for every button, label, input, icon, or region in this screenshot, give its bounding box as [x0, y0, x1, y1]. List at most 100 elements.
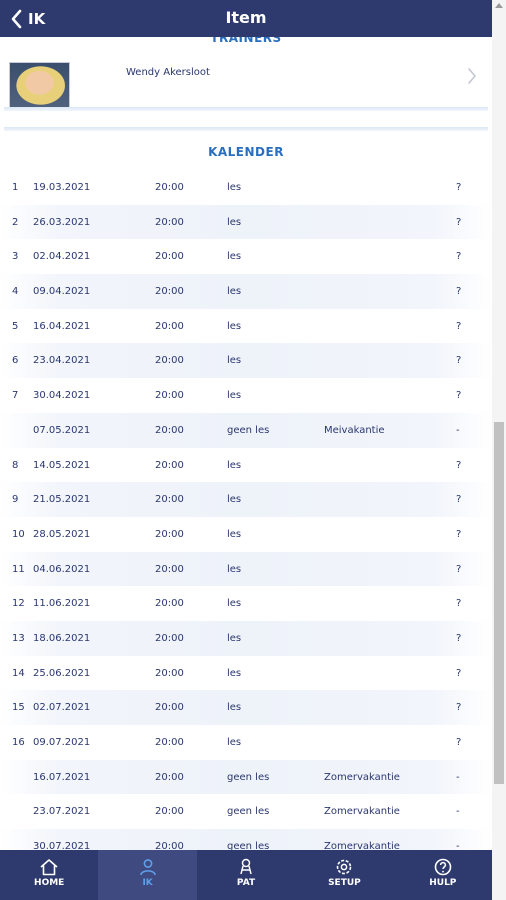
table-row[interactable]: 14 25.06.2021 20:00 les? — [0, 656, 492, 691]
row-date: 23.04.2021 — [33, 355, 91, 367]
scroll-up-arrow[interactable] — [495, 3, 503, 8]
row-number: 8 — [12, 459, 19, 471]
bottom-nav: HOME IK PAT SETUP HULP — [0, 850, 492, 900]
main-content[interactable]: TRAINERS Wendy Akersloot KALENDER 1 19.03… — [0, 37, 492, 850]
row-number: 11 — [12, 563, 25, 575]
row-time: 20:00 — [155, 841, 184, 850]
row-date: 18.06.2021 — [33, 632, 91, 644]
nav-setup[interactable]: SETUP — [295, 850, 393, 900]
nav-home[interactable]: HOME — [0, 850, 98, 900]
row-time: 20:00 — [155, 251, 184, 263]
row-number: 12 — [12, 598, 25, 610]
row-type: geen les — [227, 771, 270, 783]
table-row[interactable]: 4 09.04.2021 20:00 les? — [0, 274, 492, 309]
row-status[interactable]: ? — [456, 321, 461, 332]
row-status[interactable]: ? — [456, 633, 461, 644]
table-row[interactable]: 30.07.2021 20:00 geen les Zomervakantie - — [0, 829, 492, 850]
row-status[interactable]: ? — [456, 702, 461, 713]
row-type: les — [227, 459, 242, 471]
table-row[interactable]: 2 26.03.2021 20:00 les? — [0, 204, 492, 240]
row-time: 20:00 — [155, 390, 184, 402]
row-type: les — [227, 251, 242, 263]
row-number: 2 — [12, 216, 19, 228]
page-title: Item — [225, 8, 267, 27]
trainers-heading: TRAINERS — [210, 37, 282, 45]
trainer-item[interactable]: Wendy Akersloot — [0, 59, 492, 123]
row-status[interactable]: ? — [456, 668, 461, 679]
table-row[interactable]: 10 28.05.2021 20:00 les? — [0, 517, 492, 552]
row-status[interactable]: ? — [456, 598, 461, 609]
divider — [4, 127, 488, 131]
row-status[interactable]: - — [456, 841, 460, 850]
row-number: 14 — [12, 667, 25, 679]
row-time: 20:00 — [155, 528, 184, 540]
nav-label: IK — [142, 878, 153, 888]
table-row[interactable]: 23.07.2021 20:00 geen les Zomervakantie - — [0, 794, 492, 829]
row-status[interactable]: - — [456, 806, 460, 817]
divider — [4, 107, 488, 111]
row-status[interactable]: ? — [456, 564, 461, 575]
row-time: 20:00 — [155, 563, 184, 575]
row-status[interactable]: ? — [456, 494, 461, 505]
scrollbar[interactable] — [492, 0, 506, 900]
table-row[interactable]: 07.05.2021 20:00 geen les Meivakantie - — [0, 412, 492, 448]
row-time: 20:00 — [155, 632, 184, 644]
pat-icon — [240, 858, 252, 875]
nav-pat[interactable]: PAT — [197, 850, 295, 900]
table-row[interactable]: 1 19.03.2021 20:00 les? — [0, 170, 492, 205]
row-type: geen les — [227, 806, 270, 818]
row-status[interactable]: - — [456, 772, 460, 783]
table-row[interactable]: 7 30.04.2021 20:00 les? — [0, 378, 492, 413]
row-time: 20:00 — [155, 806, 184, 818]
row-status[interactable]: ? — [456, 529, 461, 540]
row-time: 20:00 — [155, 182, 184, 193]
table-row[interactable]: 12 11.06.2021 20:00 les? — [0, 586, 492, 621]
table-row[interactable]: 3 02.04.2021 20:00 les? — [0, 239, 492, 274]
row-time: 20:00 — [155, 320, 184, 332]
table-row[interactable]: 8 14.05.2021 20:00 les? — [0, 448, 492, 483]
row-number: 4 — [12, 286, 19, 298]
table-row[interactable]: 11 04.06.2021 20:00 les? — [0, 551, 492, 587]
row-type: les — [227, 320, 242, 332]
row-status[interactable]: - — [456, 425, 460, 436]
person-icon — [139, 859, 156, 876]
row-type: les — [227, 182, 242, 193]
row-time: 20:00 — [155, 598, 184, 610]
row-note: Zomervakantie — [324, 841, 400, 850]
nav-label: PAT — [236, 878, 256, 888]
table-row[interactable]: 5 16.04.2021 20:00 les? — [0, 309, 492, 344]
row-number: 6 — [12, 355, 19, 367]
scrollbar-thumb[interactable] — [494, 422, 504, 784]
row-date: 26.03.2021 — [33, 216, 91, 228]
table-row[interactable]: 9 21.05.2021 20:00 les? — [0, 482, 492, 517]
row-status[interactable]: ? — [456, 182, 461, 193]
table-row[interactable]: 16 09.07.2021 20:00 les? — [0, 725, 492, 760]
nav-hulp[interactable]: HULP — [394, 850, 492, 900]
row-number: 15 — [12, 702, 25, 714]
row-status[interactable]: ? — [456, 217, 461, 228]
row-type: les — [227, 494, 242, 506]
table-row[interactable]: 13 18.06.2021 20:00 les? — [0, 620, 492, 656]
row-date: 09.04.2021 — [33, 286, 91, 298]
table-row[interactable]: 15 02.07.2021 20:00 les? — [0, 690, 492, 725]
row-type: les — [227, 563, 242, 575]
table-row[interactable]: 6 23.04.2021 20:00 les? — [0, 343, 492, 379]
table-row[interactable]: 16.07.2021 20:00 geen les Zomervakantie - — [0, 759, 492, 795]
row-time: 20:00 — [155, 494, 184, 506]
nav-ik[interactable]: IK — [98, 850, 197, 900]
row-status[interactable]: ? — [456, 390, 461, 401]
row-time: 20:00 — [155, 216, 184, 228]
row-status[interactable]: ? — [456, 286, 461, 297]
row-date: 02.04.2021 — [33, 251, 91, 263]
row-note: Zomervakantie — [324, 806, 400, 818]
row-date: 14.05.2021 — [33, 459, 91, 471]
row-status[interactable]: ? — [456, 355, 461, 366]
row-type: les — [227, 355, 242, 367]
row-type: les — [227, 632, 242, 644]
gear-icon — [337, 859, 352, 875]
row-status[interactable]: ? — [456, 251, 461, 262]
row-status[interactable]: ? — [456, 737, 461, 748]
row-status[interactable]: ? — [456, 460, 461, 471]
row-number: 13 — [12, 632, 25, 644]
row-type: les — [227, 528, 242, 540]
